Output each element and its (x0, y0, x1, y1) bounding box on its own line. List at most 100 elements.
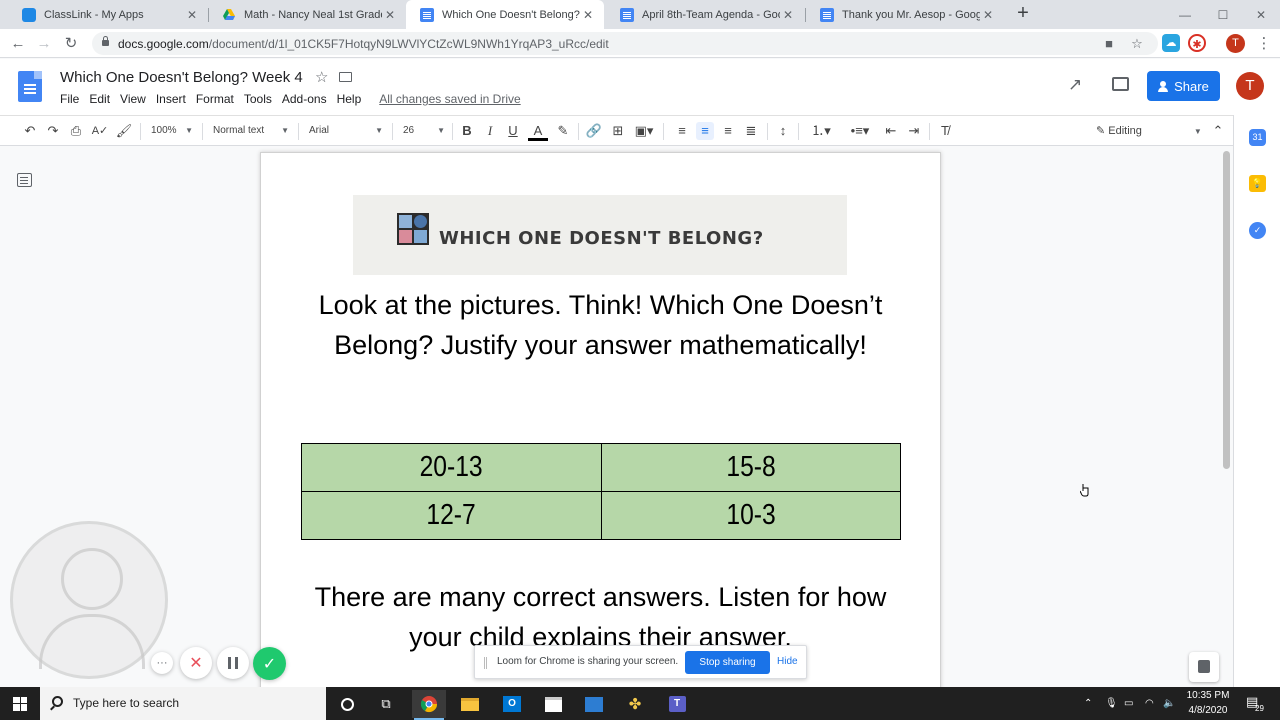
keep-icon[interactable]: 💡 (1249, 175, 1266, 192)
browser-tab-wodb[interactable]: Which One Doesn't Belong? Wee ✕ (406, 0, 604, 29)
wifi-icon[interactable]: ◠ (1145, 698, 1154, 709)
menu-insert[interactable]: Insert (156, 92, 186, 110)
align-center-icon[interactable]: ≡ (696, 122, 714, 140)
drag-handle-icon[interactable] (484, 657, 487, 669)
table-cell[interactable]: 15-8 (600, 443, 901, 492)
menu-format[interactable]: Format (196, 92, 234, 110)
loom-extension-icon[interactable]: ✱ (1188, 34, 1206, 52)
window-close-icon[interactable]: ✕ (1242, 0, 1280, 29)
table-cell[interactable]: 12-7 (301, 491, 602, 540)
classlink-extension-icon[interactable]: ☁ (1162, 34, 1180, 52)
puzzle-app-icon[interactable]: ✤ (618, 690, 652, 718)
paint-format-icon[interactable]: 🖌 (115, 122, 133, 140)
menu-view[interactable]: View (120, 92, 146, 110)
link-icon[interactable]: 🔗 (585, 122, 603, 140)
tasks-icon[interactable]: ✓ (1249, 222, 1266, 239)
back-icon[interactable]: ← (7, 33, 29, 55)
comment-icon[interactable] (1112, 77, 1129, 91)
loom-finish-icon[interactable]: ✓ (253, 647, 286, 680)
align-right-icon[interactable]: ≡ (719, 122, 737, 140)
docs-logo-icon[interactable] (18, 71, 42, 102)
line-spacing-icon[interactable]: ↕ (774, 122, 792, 140)
bookmark-star-icon[interactable]: ☆ (1128, 35, 1146, 53)
show-hidden-icons-icon[interactable]: ⌃ (1084, 698, 1092, 709)
chrome-menu-icon[interactable]: ⋮ (1253, 33, 1275, 55)
align-left-icon[interactable]: ≡ (673, 122, 691, 140)
spellcheck-icon[interactable]: A✓ (91, 122, 109, 140)
clear-formatting-icon[interactable]: T̸ (936, 122, 954, 140)
maximize-icon[interactable]: ☐ (1204, 0, 1242, 29)
store-icon[interactable] (536, 690, 570, 718)
camera-blocked-icon[interactable]: ■ (1100, 35, 1118, 53)
loom-pause-icon[interactable] (217, 647, 249, 679)
redo-icon[interactable]: ↷ (44, 122, 62, 140)
share-button[interactable]: Share (1147, 71, 1220, 101)
close-icon[interactable]: ✕ (780, 8, 796, 22)
insert-image-icon[interactable]: ▣▾ (632, 122, 656, 140)
taskbar-search[interactable]: Type here to search (40, 687, 326, 720)
highlight-icon[interactable]: ✎ (554, 122, 572, 140)
align-justify-icon[interactable]: ≣ (742, 122, 760, 140)
chrome-taskbar-icon[interactable] (412, 690, 446, 720)
italic-icon[interactable]: I (482, 122, 498, 140)
zoom-select[interactable]: 100% ▼ (151, 122, 193, 140)
menu-edit[interactable]: Edit (89, 92, 110, 110)
address-bar[interactable]: docs.google.com/document/d/1l_01CK5F7Hot… (92, 32, 1158, 55)
calendar-icon[interactable]: 31 (1249, 129, 1266, 146)
close-icon[interactable]: ✕ (382, 8, 398, 22)
clock-time[interactable]: 10:35 PM (1184, 690, 1232, 701)
document-outline-icon[interactable] (17, 173, 32, 187)
save-status[interactable]: All changes saved in Drive (379, 92, 520, 110)
browser-tab-math[interactable]: Math - Nancy Neal 1st Grade - G ✕ (208, 0, 406, 29)
profile-avatar[interactable]: T (1226, 34, 1245, 53)
decrease-indent-icon[interactable]: ⇤ (882, 122, 900, 140)
battery-icon[interactable]: ▭ (1124, 698, 1133, 709)
table-cell[interactable]: 20-13 (301, 443, 602, 492)
numbered-list-icon[interactable]: ⒈▾ (806, 122, 836, 140)
underline-icon[interactable]: U (505, 122, 521, 140)
loom-cancel-icon[interactable]: ✕ (180, 647, 212, 679)
menu-addons[interactable]: Add-ons (282, 92, 327, 110)
menu-file[interactable]: File (60, 92, 79, 110)
outlook-icon[interactable]: O (495, 690, 529, 718)
document-title[interactable]: Which One Doesn't Belong? Week 4 (60, 69, 303, 86)
close-icon[interactable]: ✕ (580, 8, 596, 22)
add-comment-icon[interactable]: ⊞ (609, 122, 627, 140)
bold-icon[interactable]: B (459, 122, 475, 140)
move-folder-icon[interactable] (339, 72, 352, 82)
forward-icon[interactable]: → (33, 33, 55, 55)
close-icon[interactable]: ✕ (980, 8, 996, 22)
volume-icon[interactable]: 🔈 (1163, 698, 1175, 709)
account-avatar[interactable]: T (1236, 72, 1264, 100)
teams-icon[interactable]: T (660, 690, 694, 718)
cortana-icon[interactable] (330, 690, 364, 718)
editing-mode-select[interactable]: ✎ Editing ▼ (1096, 122, 1202, 140)
menu-tools[interactable]: Tools (244, 92, 272, 110)
close-icon[interactable]: ✕ (184, 8, 200, 22)
browser-tab-classlink[interactable]: ClassLink - My Apps ✕ (8, 0, 208, 29)
microphone-icon[interactable]: 🎙 (1105, 698, 1118, 709)
photos-icon[interactable] (577, 690, 611, 718)
bulleted-list-icon[interactable]: •≡▾ (845, 122, 875, 140)
loom-camera-bubble[interactable] (10, 521, 168, 679)
document-page[interactable]: WHICH ONE DOESN'T BELONG? Look at the pi… (261, 153, 940, 687)
star-icon[interactable]: ☆ (315, 68, 328, 86)
task-view-icon[interactable]: ⧉ (369, 690, 403, 718)
increase-indent-icon[interactable]: ⇥ (905, 122, 923, 140)
start-button[interactable] (0, 687, 40, 720)
file-explorer-icon[interactable] (453, 690, 487, 718)
stop-sharing-button[interactable]: Stop sharing (685, 651, 770, 674)
activity-trend-icon[interactable]: ↗ (1068, 75, 1082, 95)
menu-help[interactable]: Help (337, 92, 362, 110)
font-size-select[interactable]: 26 ▼ (403, 122, 445, 140)
print-icon[interactable]: ⎙ (67, 122, 85, 140)
browser-tab-thankyou[interactable]: Thank you Mr. Aesop - Google D ✕ (806, 0, 1004, 29)
undo-icon[interactable]: ↶ (21, 122, 39, 140)
explore-icon[interactable] (1189, 652, 1219, 682)
clock-date[interactable]: 4/8/2020 (1184, 705, 1232, 716)
table-cell[interactable]: 10-3 (600, 491, 901, 540)
new-tab-button[interactable]: + (1012, 3, 1034, 25)
hide-sharing-bar-link[interactable]: Hide (777, 656, 798, 667)
font-select[interactable]: Arial ▼ (309, 122, 383, 140)
browser-tab-agenda[interactable]: April 8th-Team Agenda - Google ✕ (606, 0, 804, 29)
